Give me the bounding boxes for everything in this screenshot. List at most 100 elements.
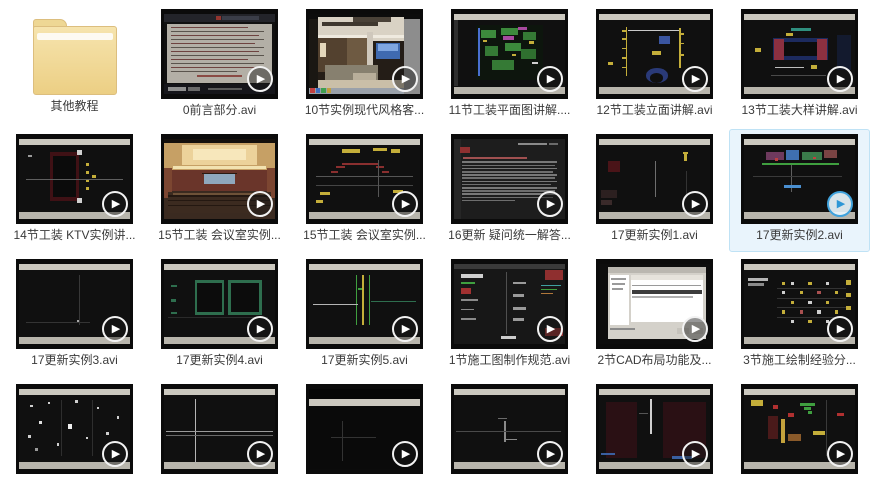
play-icon[interactable]: ▶ [247,66,273,92]
play-icon[interactable]: ▶ [682,66,708,92]
thumb-block [315,199,324,203]
thumb-block [622,47,626,50]
thumb-block [622,30,626,32]
play-icon[interactable]: ▶ [392,191,418,217]
file-item[interactable]: ▶ 10节实例现代风格客... [294,4,435,127]
folder-item[interactable]: 其他教程 [4,4,145,127]
video-thumbnail[interactable]: ▶ [596,384,713,474]
file-item[interactable]: ▶ [729,379,870,502]
play-icon[interactable]: ▶ [537,316,563,342]
thumb-block [750,400,763,406]
play-icon[interactable]: ▶ [682,441,708,467]
file-item[interactable]: ▶ [294,379,435,502]
play-icon[interactable]: ▶ [537,191,563,217]
file-item[interactable]: ▶ 16更新 疑问统一解答... [439,129,580,252]
thumb-block [482,39,488,42]
thumb-block [768,416,779,439]
thumb-block [781,291,786,295]
video-thumbnail[interactable]: ▶ [596,259,713,349]
file-item[interactable]: ▶ 17更新实例1.avi [584,129,725,252]
play-icon[interactable]: ▶ [827,66,853,92]
video-thumbnail[interactable]: ▶ [451,259,568,349]
video-thumbnail[interactable]: ▶ [741,134,858,224]
video-thumbnail[interactable]: ▶ [306,134,423,224]
video-thumbnail[interactable]: ▶ [306,259,423,349]
file-item[interactable]: ▶ 17更新实例3.avi [4,254,145,377]
video-thumbnail[interactable]: ▶ [16,259,133,349]
video-thumbnail[interactable]: ▶ [596,134,713,224]
thumb-block [85,437,88,440]
video-thumbnail[interactable]: ▶ [306,9,423,99]
thumb-block [368,275,371,325]
play-icon[interactable]: ▶ [392,441,418,467]
thumb-block [377,44,398,51]
file-label: 12节工装立面讲解.avi [596,103,713,117]
thumb-block [654,161,656,197]
video-thumbnail[interactable]: ▶ [161,259,278,349]
file-item[interactable]: ▶ 3节施工绘制经验分... [729,254,870,377]
file-label: 0前言部分.avi [182,103,257,117]
file-item[interactable]: ▶ 17更新实例2.avi [729,129,870,252]
play-icon[interactable]: ▶ [247,316,273,342]
file-item[interactable]: ▶ [439,379,580,502]
video-thumbnail[interactable]: ▶ [16,384,133,474]
thumb-block [632,289,703,294]
thumb-block [164,264,275,271]
play-icon[interactable]: ▶ [102,316,128,342]
video-thumbnail[interactable]: ▶ [306,384,423,474]
file-item[interactable]: ▶ 11节工装平面图讲解.... [439,4,580,127]
thumb-block [208,87,242,90]
file-item[interactable]: ▶ 17更新实例5.avi [294,254,435,377]
video-thumbnail[interactable]: ▶ [161,134,278,224]
thumb-block [518,143,548,146]
play-icon[interactable]: ▶ [392,316,418,342]
video-thumbnail[interactable]: ▶ [741,259,858,349]
play-icon[interactable]: ▶ [537,441,563,467]
file-item[interactable]: ▶ 1节施工图制作规范.avi [439,254,580,377]
play-icon[interactable]: ▶ [392,66,418,92]
thumb-block [355,275,357,325]
file-label: 其他教程 [50,99,99,113]
thumb-block [321,88,326,94]
play-icon[interactable]: ▶ [682,316,708,342]
file-item[interactable]: ▶ 15节工装 会议室实例... [294,129,435,252]
thumb-block [531,62,539,65]
file-item[interactable]: ▶ 0前言部分.avi [149,4,290,127]
video-thumbnail[interactable]: ▶ [741,384,858,474]
thumb-block [846,292,851,297]
play-icon[interactable]: ▶ [682,191,708,217]
video-thumbnail[interactable]: ▶ [161,384,278,474]
video-thumbnail[interactable]: ▶ [741,9,858,99]
thumb-block [170,70,238,73]
file-item[interactable]: ▶ 2节CAD布局功能及... [584,254,725,377]
play-icon[interactable]: ▶ [827,316,853,342]
play-icon[interactable]: ▶ [827,191,853,217]
video-thumbnail[interactable]: ▶ [451,9,568,99]
play-icon[interactable]: ▶ [247,191,273,217]
file-item[interactable]: ▶ 14节工装 KTV实例讲... [4,129,145,252]
play-icon[interactable]: ▶ [537,66,563,92]
thumb-block [625,26,628,77]
video-thumbnail[interactable]: ▶ [596,9,713,99]
play-icon[interactable]: ▶ [102,441,128,467]
play-icon[interactable]: ▶ [247,441,273,467]
file-item[interactable]: ▶ [584,379,725,502]
video-thumbnail[interactable]: ▶ [451,384,568,474]
file-item[interactable]: ▶ [149,379,290,502]
file-item[interactable]: ▶ [4,379,145,502]
thumb-block [478,28,481,77]
video-thumbnail[interactable]: ▶ [451,134,568,224]
file-item[interactable]: ▶ 17更新实例4.avi [149,254,290,377]
file-item[interactable]: ▶ 12节工装立面讲解.avi [584,4,725,127]
video-thumbnail[interactable]: ▶ [16,134,133,224]
thumb-block [391,149,400,153]
thumb-block [518,26,528,30]
file-item[interactable]: ▶ 13节工装大样讲解.avi [729,4,870,127]
file-label: 17更新实例3.avi [31,353,118,367]
video-thumbnail[interactable]: ▶ [161,9,278,99]
file-item[interactable]: ▶ 15节工装 会议室实例... [149,129,290,252]
thumb-block [320,42,326,58]
thumb-block [116,416,119,419]
play-icon[interactable]: ▶ [827,441,853,467]
play-icon[interactable]: ▶ [102,191,128,217]
